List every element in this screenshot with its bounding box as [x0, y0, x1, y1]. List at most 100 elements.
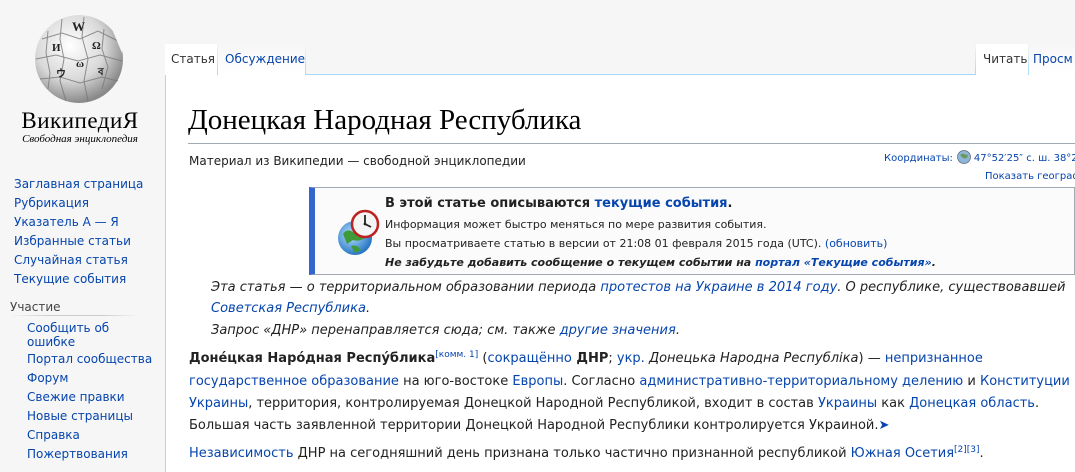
donetsk-oblast-link[interactable]: Донецкая область [909, 396, 1035, 411]
notice-heading-text: В этой статье описываются [385, 196, 595, 211]
hatnote-text: . О республике, существовавшей [837, 280, 1066, 295]
article-subject-bold: Доне́цкая Наро́дная Респу́блика [189, 351, 436, 366]
para-text: . [1034, 396, 1040, 411]
nav-item-report-error[interactable]: Сообщить об ошибке [27, 318, 137, 350]
nav-item-recent-changes[interactable]: Свежие правки [27, 388, 152, 407]
lead-paragraph-line: Большая часть заявленной территории Доне… [189, 418, 889, 433]
svg-text:ω: ω [76, 58, 84, 70]
nav-item-new-pages[interactable]: Новые страницы [27, 407, 152, 426]
para-text: на юго-востоке [398, 374, 513, 389]
notice-line-reminder: Не забудьте добавить сообщение о текущем… [385, 256, 936, 269]
nav-link-index[interactable]: Указатель А — Я [14, 215, 119, 229]
other-meanings-link[interactable]: другие значения [560, 323, 676, 338]
nav-link-report-error[interactable]: Сообщить об ошибке [27, 321, 109, 349]
para-text: . [979, 446, 984, 461]
para-text: Большая часть заявленной территории Доне… [189, 418, 879, 433]
constitution-link[interactable]: Конституции [980, 374, 1070, 389]
comment-footnote-link[interactable]: [комм. 1] [435, 350, 478, 360]
arrow-link-icon[interactable]: ➤ [878, 418, 889, 433]
tab-view-source[interactable]: Просм [1029, 44, 1075, 75]
unrecognized-link[interactable]: непризнанное [885, 351, 983, 366]
nav-item-index[interactable]: Указатель А — Я [14, 213, 143, 232]
notice-reminder-punct: . [931, 256, 936, 269]
para-text: как [877, 396, 910, 411]
refresh-link[interactable]: (обновить) [825, 237, 888, 250]
para-text: ДНР на сегодняшний день признана только … [293, 446, 851, 461]
second-paragraph-line: Независимость ДНР на сегодняшний день пр… [189, 445, 984, 462]
logo-tagline: Свободная энциклопедия [22, 133, 138, 145]
nav-item-community-portal[interactable]: Портал сообщества [27, 350, 152, 369]
nav-item-help[interactable]: Справка [27, 426, 152, 445]
tab-view-source-label[interactable]: Просм [1033, 52, 1073, 66]
ukraine-link[interactable]: Украины [818, 396, 877, 411]
notice-version-text: Вы просматриваете статью в версии от 21:… [385, 237, 825, 250]
protests-link[interactable]: протестов на Украине в 2014 году [600, 280, 837, 295]
svg-text:W: W [72, 19, 85, 34]
nav-link-current-events[interactable]: Текущие события [14, 272, 126, 286]
tab-discussion[interactable]: Обсуждение [218, 44, 305, 75]
hatnote-text: . [675, 323, 680, 338]
wikipedia-logo[interactable]: W Ω И ω ব ウ ВикипедиЯ Свободная энциклоп… [0, 0, 160, 160]
south-ossetia-link[interactable]: Южная Осетия [851, 446, 954, 461]
nav-item-categories[interactable]: Рубрикация [14, 194, 143, 213]
notice-line-info: Информация может быстро меняться по мере… [385, 218, 767, 231]
ukrainian-name: Донецька Народна Республіка [644, 351, 859, 366]
portal-divider [10, 315, 140, 316]
main-navigation: Заглавная страница Рубрикация Указатель … [14, 175, 143, 289]
svg-text:И: И [52, 42, 61, 54]
tab-discussion-label[interactable]: Обсуждение [225, 52, 305, 66]
coordinates-label[interactable]: Координаты: [884, 153, 953, 164]
notice-heading-punct: . [727, 196, 733, 211]
clock-globe-icon [338, 209, 380, 255]
nav-link-featured[interactable]: Избранные статьи [14, 234, 131, 248]
abbreviation-bold: ДНР [571, 351, 609, 366]
ukraine-link[interactable]: Украины [189, 396, 248, 411]
svg-text:ব: ব [97, 67, 104, 78]
independence-link[interactable]: Независимость [189, 446, 294, 461]
current-events-link[interactable]: текущие события [595, 196, 728, 211]
nav-link-main-page[interactable]: Заглавная страница [14, 177, 143, 191]
nav-link-help[interactable]: Справка [27, 428, 80, 442]
show-map-link[interactable]: Показать географ [985, 171, 1075, 182]
tab-read[interactable]: Читать [976, 44, 1028, 75]
admin-division-link[interactable]: административно-территориальному делению [639, 374, 963, 389]
current-events-notice: В этой статье описываются текущие событи… [309, 187, 1075, 275]
nav-link-recent-changes[interactable]: Свежие правки [27, 390, 125, 404]
coordinates-value[interactable]: 47°52′25″ с. ш. 38°24 [974, 153, 1075, 164]
state-entity-link[interactable]: государственное образование [189, 374, 399, 389]
nav-item-donate[interactable]: Пожертвования [27, 445, 152, 464]
participation-heading: Участие [10, 300, 61, 314]
ukrainian-language-link[interactable]: укр. [617, 351, 645, 366]
nav-item-random[interactable]: Случайная статья [14, 251, 143, 270]
hatnote-text: Запрос «ДНР» перенаправляется сюда; см. … [211, 323, 560, 338]
title-underline [188, 143, 1075, 144]
wikipedia-globe-icon: W Ω И ω ব ウ [35, 15, 126, 103]
soviet-republic-link[interactable]: Советская Республика [211, 301, 366, 316]
globe-icon [957, 150, 971, 164]
nav-link-community-portal[interactable]: Портал сообщества [27, 352, 152, 366]
current-events-portal-link[interactable]: портал «Текущие события» [755, 256, 932, 269]
hatnote-text: Эта статья — о территориальном образован… [211, 280, 601, 295]
page-title: Донецкая Народная Республика [188, 104, 582, 136]
para-text: . Согласно [563, 374, 640, 389]
nav-link-donate[interactable]: Пожертвования [27, 447, 128, 461]
nav-item-featured[interactable]: Избранные статьи [14, 232, 143, 251]
reference-footnote-link[interactable]: [2][3] [954, 445, 980, 455]
nav-link-random[interactable]: Случайная статья [14, 253, 128, 267]
para-text: , территория, контролируемая Донецкой На… [248, 396, 818, 411]
nav-link-forum[interactable]: Форум [27, 371, 68, 385]
tab-article[interactable]: Статья [165, 44, 217, 75]
nav-link-categories[interactable]: Рубрикация [14, 196, 89, 210]
nav-link-new-pages[interactable]: Новые страницы [27, 409, 133, 423]
hatnote-about: Эта статья — о территориальном образован… [211, 280, 1065, 295]
hatnote-redirect: Запрос «ДНР» перенаправляется сюда; см. … [211, 323, 680, 338]
tab-article-label: Статья [171, 52, 216, 66]
abbreviation-link[interactable]: сокращённо [487, 351, 571, 366]
notice-reminder-text: Не забудьте добавить сообщение о текущем… [385, 256, 756, 269]
lead-paragraph-line: государственное образование на юго-восто… [189, 374, 1070, 389]
participation-navigation: Сообщить об ошибке Портал сообщества Фор… [27, 318, 152, 464]
europe-link[interactable]: Европы [512, 374, 563, 389]
nav-item-current-events[interactable]: Текущие события [14, 270, 143, 289]
nav-item-main-page[interactable]: Заглавная страница [14, 175, 143, 194]
nav-item-forum[interactable]: Форум [27, 369, 152, 388]
